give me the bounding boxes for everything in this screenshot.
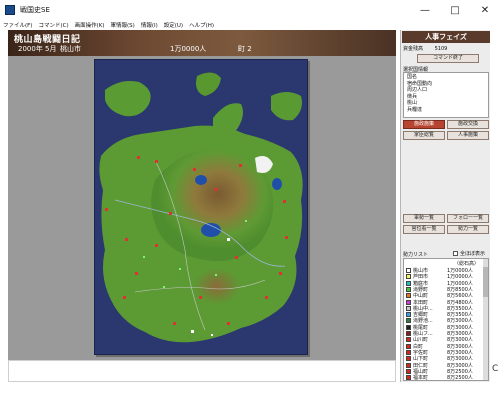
power-list-header: （総石高） bbox=[454, 261, 480, 267]
central-mountains bbox=[151, 149, 274, 262]
fund-display: 資金残高 5109 bbox=[403, 45, 447, 52]
message-bar bbox=[8, 360, 396, 382]
island-terrain bbox=[95, 60, 307, 354]
power-color-swatch bbox=[406, 305, 411, 311]
menu-army-info[interactable]: 軍情報(S) bbox=[111, 21, 135, 29]
scenario-header: 桃山島戦闘日記 2000年 5月 桃山市 1万0000人 町 2 bbox=[8, 30, 396, 56]
power-color-swatch bbox=[406, 286, 411, 292]
city-info-item[interactable]: 兵糧達 bbox=[407, 107, 485, 114]
island-map[interactable] bbox=[94, 59, 308, 355]
power-list[interactable]: （総石高） 桃山市 1万0000人 芦田市 1万0000人 箱庭市 1万0000人 滝野町 8… bbox=[403, 258, 489, 381]
maximize-button[interactable]: □ bbox=[440, 0, 470, 20]
window-title: 戦国史SE bbox=[20, 6, 50, 14]
power-color-swatch bbox=[406, 368, 411, 374]
policy-exchange-button[interactable]: 施政交換 bbox=[447, 120, 489, 129]
end-command-button[interactable]: コマンド終了 bbox=[417, 54, 479, 63]
personnel-button[interactable]: 人事施策 bbox=[447, 131, 489, 140]
window-titlebar: 戦国史SE — □ ✕ bbox=[0, 0, 500, 20]
current-city: 桃山市 bbox=[60, 45, 81, 53]
city-population: 1万0000人 bbox=[170, 45, 207, 53]
menu-bar: ファイル(F) コマンド(C) 画面操作(K) 軍情報(S) 情報(I) 設定(… bbox=[0, 20, 500, 30]
power-list-button[interactable]: 勢力一覧 bbox=[447, 225, 489, 234]
army-list-button[interactable]: 軍勢一覧 bbox=[403, 214, 445, 223]
lake-north bbox=[195, 175, 207, 185]
power-color-swatch bbox=[406, 274, 411, 280]
power-population: 8万2500人 bbox=[447, 375, 473, 381]
power-color-swatch bbox=[406, 312, 411, 318]
power-color-swatch bbox=[406, 362, 411, 368]
fund-value: 5109 bbox=[434, 46, 448, 52]
checkbox-box[interactable] bbox=[453, 251, 458, 256]
menu-help[interactable]: ヘルプ(H) bbox=[189, 21, 214, 29]
menu-info[interactable]: 情報(I) bbox=[141, 21, 158, 29]
show-all-checkbox[interactable]: 全ほぼ表示 bbox=[453, 250, 485, 257]
retainer-list-button[interactable]: 家臣総覧 bbox=[403, 131, 445, 140]
power-color-swatch bbox=[406, 318, 411, 324]
current-date: 2000年 5月 bbox=[18, 45, 57, 53]
power-list-scrollbar[interactable] bbox=[483, 259, 488, 380]
power-list-row[interactable]: 福本町 8万2500人 bbox=[406, 374, 488, 381]
edge-glyph: C bbox=[492, 364, 499, 374]
follow-list-button[interactable]: フォロー一覧 bbox=[447, 214, 489, 223]
command-panel: 人事フェイズ 資金残高 5109 コマンド終了 選択国情報 国名 宿命国動向 周… bbox=[400, 30, 490, 382]
power-color-swatch bbox=[406, 293, 411, 299]
minimize-button[interactable]: — bbox=[410, 0, 440, 20]
menu-file[interactable]: ファイル(F) bbox=[3, 21, 32, 29]
power-color-swatch bbox=[406, 343, 411, 349]
rank-list-button[interactable]: 官位看一覧 bbox=[403, 225, 445, 234]
power-color-swatch bbox=[406, 337, 411, 343]
power-color-swatch bbox=[406, 268, 411, 273]
game-view: 桃山島戦闘日記 2000年 5月 桃山市 1万0000人 町 2 bbox=[8, 30, 396, 360]
fund-label: 資金残高 bbox=[403, 46, 424, 52]
scrollbar-thumb[interactable] bbox=[483, 267, 488, 297]
menu-settings[interactable]: 設定(U) bbox=[164, 21, 183, 29]
power-color-swatch bbox=[406, 331, 411, 336]
checkbox-label: 全ほぼ表示 bbox=[460, 251, 486, 257]
power-color-swatch bbox=[406, 356, 411, 362]
menu-view[interactable]: 画面操作(K) bbox=[75, 21, 105, 29]
power-list-label: 勢力リスト bbox=[403, 252, 429, 258]
lake-central bbox=[201, 223, 221, 237]
policy-button[interactable]: 施政施策 bbox=[403, 120, 445, 129]
menu-command[interactable]: コマンド(C) bbox=[38, 21, 68, 29]
power-color-swatch bbox=[406, 375, 411, 380]
lake-east bbox=[272, 178, 282, 190]
map-area bbox=[8, 56, 396, 360]
app-icon bbox=[5, 5, 15, 15]
town-count: 町 2 bbox=[238, 45, 252, 53]
power-color-swatch bbox=[406, 349, 411, 355]
power-name: 福本町 bbox=[413, 375, 429, 381]
power-color-swatch bbox=[406, 324, 411, 330]
city-info-list[interactable]: 国名 宿命国動向 周辺人口 徴兵 桃山 兵糧達 bbox=[403, 72, 489, 118]
window-controls: — □ ✕ bbox=[410, 0, 500, 20]
scenario-status: 2000年 5月 桃山市 1万0000人 町 2 bbox=[18, 44, 252, 54]
phase-title: 人事フェイズ bbox=[402, 31, 490, 43]
power-color-swatch bbox=[406, 280, 411, 286]
close-button[interactable]: ✕ bbox=[470, 0, 500, 20]
power-color-swatch bbox=[406, 299, 411, 305]
